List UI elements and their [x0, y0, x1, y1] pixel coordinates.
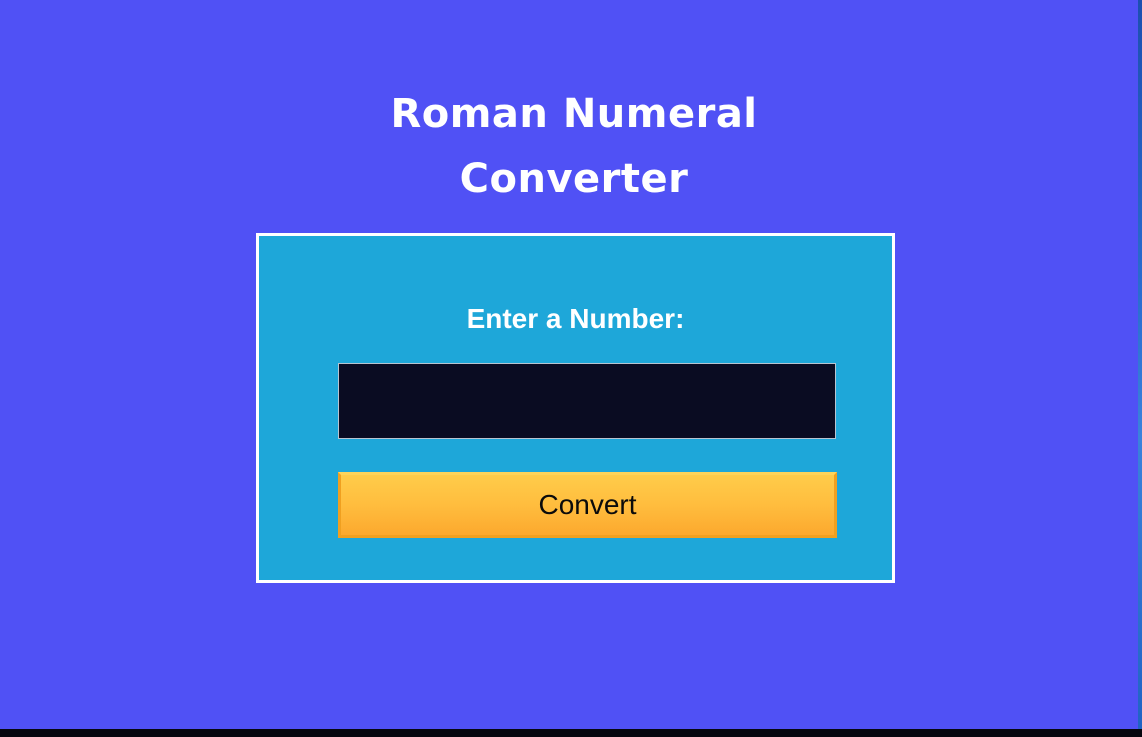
converter-form: Enter a Number: Convert: [256, 233, 895, 583]
bottom-bar: [0, 729, 1142, 737]
window-edge: [1138, 0, 1142, 729]
page-title: Roman Numeral Converter: [0, 82, 1142, 212]
title-line-1: Roman Numeral: [390, 91, 758, 137]
number-input[interactable]: [338, 363, 836, 439]
number-input-label: Enter a Number:: [466, 303, 685, 334]
convert-button[interactable]: Convert: [338, 472, 837, 538]
title-line-2: Converter: [459, 156, 689, 202]
app-background: Roman Numeral Converter Enter a Number: …: [0, 0, 1138, 729]
